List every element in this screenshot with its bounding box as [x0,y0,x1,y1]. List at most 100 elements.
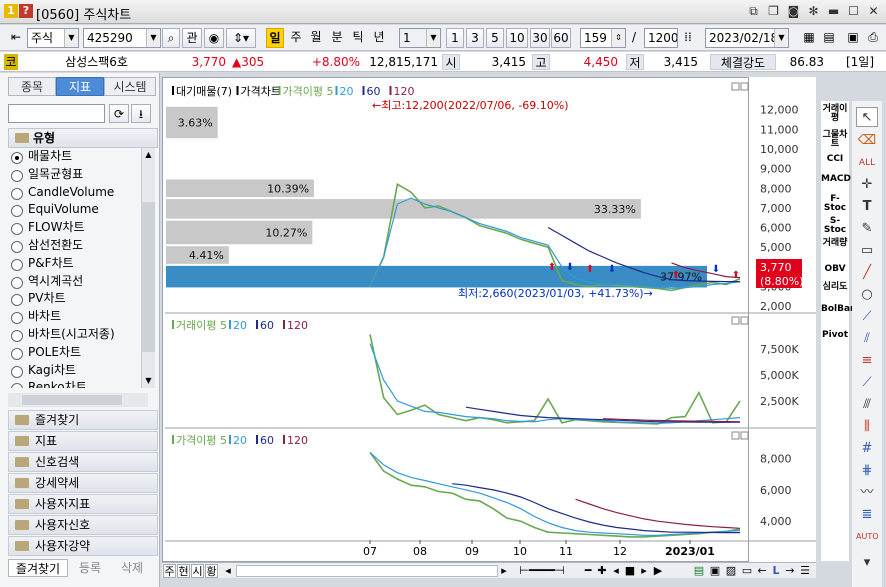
folder-user-strength[interactable]: 사용자강약 [8,536,158,556]
bold-l-icon[interactable]: L [770,564,782,578]
channel-icon[interactable]: ⫻ [856,395,878,415]
gear-icon[interactable]: ✻ [805,3,822,20]
line-icon[interactable]: ╱ [856,263,878,283]
stock-code-input[interactable]: 425290 ▼ [83,28,161,48]
chart-type-item[interactable]: POLE차트 [8,344,140,362]
tab-indicators[interactable]: 지표 [56,77,104,96]
next-icon[interactable]: ▸ [638,564,650,578]
copy-icon[interactable]: ❐ [765,3,782,20]
save-chart-icon[interactable]: ▣ [708,564,722,578]
bottom-tab-market[interactable]: 시 [191,564,204,578]
indicator-shortcut[interactable]: Pivot [821,331,849,340]
camera-icon[interactable]: ◙ [785,3,802,20]
scroll-thumb[interactable] [142,202,155,352]
zoom-slider-icon[interactable]: ⊢━━━━⊣ [512,564,572,578]
period-year-tab[interactable]: 년 [370,28,388,48]
speed-line-icon[interactable]: ≣ [856,505,878,525]
interval-30-button[interactable]: 30 [530,28,550,48]
circle-icon[interactable]: ○ [856,285,878,305]
chart-type-item[interactable]: CandleVolume [8,184,140,202]
count-input[interactable]: 159 ⇕ [580,28,626,48]
indicator-shortcut[interactable]: 그물차트 [821,131,849,149]
section-chart-types[interactable]: 유형 [8,128,158,148]
excel-icon[interactable]: ▤ [692,564,706,578]
maximize-button[interactable]: ☐ [845,3,862,20]
chart-area[interactable] [162,77,816,562]
image-icon[interactable]: ▨ [724,564,738,578]
interval-60-button[interactable]: 60 [551,28,571,48]
tab-systems[interactable]: 시스템 [104,77,156,96]
zoom-in-icon[interactable]: ✚ [596,564,608,578]
interval-select[interactable]: 1 ▼ [399,28,441,48]
window-icon[interactable]: ▭ [740,564,754,578]
scroll-down-icon[interactable]: ▼ [142,374,155,388]
text-icon[interactable]: T [856,197,878,217]
indicator-shortcut[interactable]: BolBand [821,305,863,314]
hscroll-thumb[interactable] [22,395,122,405]
fan-icon[interactable]: ⟋ [856,373,878,393]
cursor-icon[interactable]: ↖ [856,107,878,127]
date-input[interactable]: 2023/02/18 ▼ [705,28,789,48]
expand-icon[interactable]: ⁞⁞ [680,28,696,48]
grid-icon[interactable]: ▤ [820,28,838,48]
cycle-icon[interactable]: ⫼ [856,417,878,437]
market-select[interactable]: 주식 ▼ [27,28,79,48]
chart-type-item[interactable]: P&F차트 [8,255,140,273]
analysis-icon[interactable]: ▦ [800,28,818,48]
period-day-tab[interactable]: 일 [266,28,284,48]
folder-strength[interactable]: 강세약세 [8,473,158,493]
updown-button[interactable]: ⇕▾ [226,28,256,48]
indicator-shortcut[interactable]: 거래량 [821,239,849,248]
chart-type-item[interactable]: Renko차트 [8,379,140,388]
indicator-shortcut[interactable]: S-Stoc [821,217,849,235]
download-icon[interactable]: ⭳ [131,104,151,123]
refresh-icon[interactable]: ⟳ [109,104,129,123]
chart-type-item[interactable]: 일목균형표 [8,166,140,184]
total-input[interactable]: 1200 [644,28,678,48]
folder-favorites[interactable]: 즐겨찾기 [8,410,158,430]
list-scrollbar[interactable]: ▲ ▼ [141,148,155,388]
fibonacci-icon[interactable]: ≡ [856,351,878,371]
folder-signal-search[interactable]: 신호검색 [8,452,158,472]
bottom-tab-current[interactable]: 현 [177,564,190,578]
more-tools-icon[interactable]: ▾ [856,553,878,573]
minimize-button[interactable]: ▬ [825,3,842,20]
period-month-tab[interactable]: 월 [307,28,325,48]
folder-user-indicators[interactable]: 사용자지표 [8,494,158,514]
crosshair-icon[interactable]: ✛ [856,175,878,195]
link-icon[interactable]: ⧉ [745,3,762,20]
search-button[interactable]: ⌕ [162,28,180,48]
zigzag-icon[interactable]: 〰 [856,483,878,503]
chart-type-item[interactable]: PV차트 [8,290,140,308]
indicator-shortcut[interactable]: OBV [821,265,849,274]
rectangle-icon[interactable]: ▭ [856,241,878,261]
interval-10-button[interactable]: 10 [506,28,528,48]
forward-icon[interactable]: → [784,564,796,578]
chart-type-item[interactable]: 역시계곡선 [8,273,140,291]
bottom-tab-status[interactable]: 황 [205,564,218,578]
close-button[interactable]: ✕ [865,3,882,20]
tab-stocks[interactable]: 종목 [8,77,56,96]
clear-all-icon[interactable]: ALL [856,153,878,173]
prev-icon[interactable]: ◂ [610,564,622,578]
indicator-search-input[interactable] [8,104,105,123]
folder-user-signals[interactable]: 사용자신호 [8,515,158,535]
period-minute-tab[interactable]: 분 [328,28,346,48]
list-hscrollbar[interactable] [8,393,148,407]
interval-5-button[interactable]: 5 [486,28,504,48]
chart-type-item[interactable]: Kagi차트 [8,362,140,380]
interval-3-button[interactable]: 3 [466,28,484,48]
view-button[interactable]: 관 [182,28,202,48]
trendline-icon[interactable]: ⟋ [856,307,878,327]
nav-left-icon[interactable]: ⇤ [6,28,26,48]
period-week-tab[interactable]: 주 [287,28,305,48]
chart-type-item[interactable]: 매물차트 [8,148,140,166]
period-tick-tab[interactable]: 틱 [349,28,367,48]
indicator-shortcut[interactable]: 거래이평 [821,105,849,123]
bottom-tab-main[interactable]: 주 [163,564,176,578]
chart-type-item[interactable]: 바차트(시고저종) [8,326,140,344]
settings-round-button[interactable]: ◉ [204,28,224,48]
end-icon[interactable]: ▶ [652,564,664,578]
folder-indicators[interactable]: 지표 [8,431,158,451]
scroll-left-icon[interactable]: ◂ [222,564,234,578]
